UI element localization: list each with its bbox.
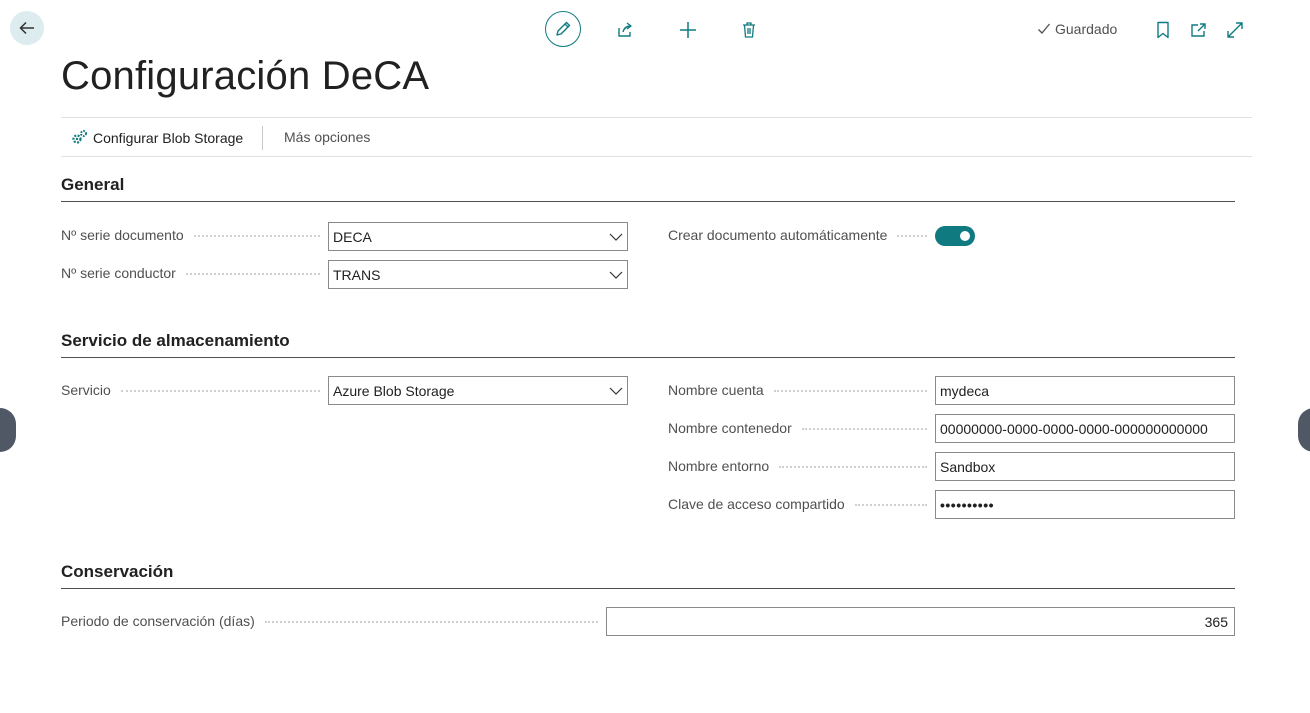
account-label: Nombre cuenta — [668, 382, 935, 398]
toggle-knob — [960, 231, 970, 241]
configure-blob-storage-button[interactable]: Configurar Blob Storage — [71, 129, 243, 146]
gears-icon — [72, 130, 87, 144]
back-button[interactable] — [10, 11, 44, 45]
service-label: Servicio — [61, 382, 328, 398]
doc-series-label: Nº serie documento — [61, 227, 328, 243]
container-label: Nombre contenedor — [668, 420, 935, 436]
driver-series-value: TRANS — [333, 266, 381, 283]
section-general-title[interactable]: General — [61, 175, 124, 195]
retention-period-value: 365 — [1204, 613, 1228, 630]
retention-period-label-text: Periodo de conservación (días) — [61, 613, 255, 629]
environment-label-text: Nombre entorno — [668, 458, 770, 474]
doc-series-select[interactable]: DECA — [328, 222, 628, 251]
section-storage-divider — [61, 357, 1235, 358]
page-title: Configuración DeCA — [61, 54, 430, 98]
action-separator — [262, 126, 263, 150]
more-options-button[interactable]: Más opciones — [284, 129, 370, 145]
container-value: 00000000-0000-0000-0000-000000000000 — [940, 420, 1208, 437]
account-value: mydeca — [940, 382, 990, 399]
auto-create-label: Crear documento automáticamente — [668, 227, 935, 243]
auto-create-toggle[interactable] — [935, 226, 975, 246]
action-bar-top-divider — [61, 117, 1252, 118]
next-record-tab[interactable] — [1298, 408, 1310, 452]
shared-key-input[interactable]: •••••••••• — [935, 490, 1235, 519]
saved-label: Guardado — [1055, 21, 1118, 37]
section-general-divider — [61, 201, 1235, 202]
chevron-down-icon — [609, 271, 623, 279]
checkmark-icon — [1038, 23, 1050, 34]
retention-period-input[interactable]: 365 — [606, 607, 1235, 636]
service-label-text: Servicio — [61, 382, 111, 398]
service-value: Azure Blob Storage — [333, 382, 455, 399]
add-plus-icon — [680, 22, 696, 38]
edit-button[interactable] — [545, 11, 581, 47]
delete-button[interactable] — [731, 12, 767, 48]
delete-trash-icon — [743, 22, 755, 38]
container-input[interactable]: 00000000-0000-0000-0000-000000000000 — [935, 414, 1235, 443]
bookmark-icon — [1157, 21, 1169, 39]
expand-button[interactable] — [1217, 12, 1253, 48]
doc-series-value: DECA — [333, 228, 372, 245]
expand-icon — [1227, 22, 1243, 38]
driver-series-select[interactable]: TRANS — [328, 260, 628, 289]
shared-key-label: Clave de acceso compartido — [668, 496, 935, 512]
container-label-text: Nombre contenedor — [668, 420, 792, 436]
environment-value: Sandbox — [940, 458, 996, 475]
saved-status: Guardado — [1037, 21, 1117, 37]
new-button[interactable] — [670, 12, 706, 48]
shared-key-value: •••••••••• — [940, 496, 995, 513]
previous-record-tab[interactable] — [0, 408, 16, 452]
bookmark-button[interactable] — [1145, 12, 1181, 48]
section-retention-title[interactable]: Conservación — [61, 562, 173, 582]
auto-create-label-text: Crear documento automáticamente — [668, 227, 888, 243]
chevron-down-icon — [609, 387, 623, 395]
service-select[interactable]: Azure Blob Storage — [328, 376, 628, 405]
environment-label: Nombre entorno — [668, 458, 935, 474]
back-arrow-icon — [19, 21, 34, 35]
retention-period-label: Periodo de conservación (días) — [61, 613, 606, 629]
doc-series-label-text: Nº serie documento — [61, 227, 184, 243]
action-bar-bottom-divider — [61, 156, 1252, 157]
more-options-label: Más opciones — [284, 129, 371, 145]
share-icon — [618, 22, 632, 37]
driver-series-label: Nº serie conductor — [61, 265, 328, 281]
open-in-new-window-icon — [1191, 23, 1206, 37]
account-label-text: Nombre cuenta — [668, 382, 764, 398]
shared-key-label-text: Clave de acceso compartido — [668, 496, 845, 512]
section-storage-title[interactable]: Servicio de almacenamiento — [61, 331, 290, 351]
driver-series-label-text: Nº serie conductor — [61, 265, 176, 281]
account-input[interactable]: mydeca — [935, 376, 1235, 405]
section-retention-divider — [61, 588, 1235, 589]
configure-blob-storage-label: Configurar Blob Storage — [93, 129, 244, 146]
share-button[interactable] — [607, 12, 643, 48]
environment-input[interactable]: Sandbox — [935, 452, 1235, 481]
edit-pencil-icon — [556, 21, 571, 36]
chevron-down-icon — [609, 233, 623, 241]
open-new-window-button[interactable] — [1181, 12, 1217, 48]
